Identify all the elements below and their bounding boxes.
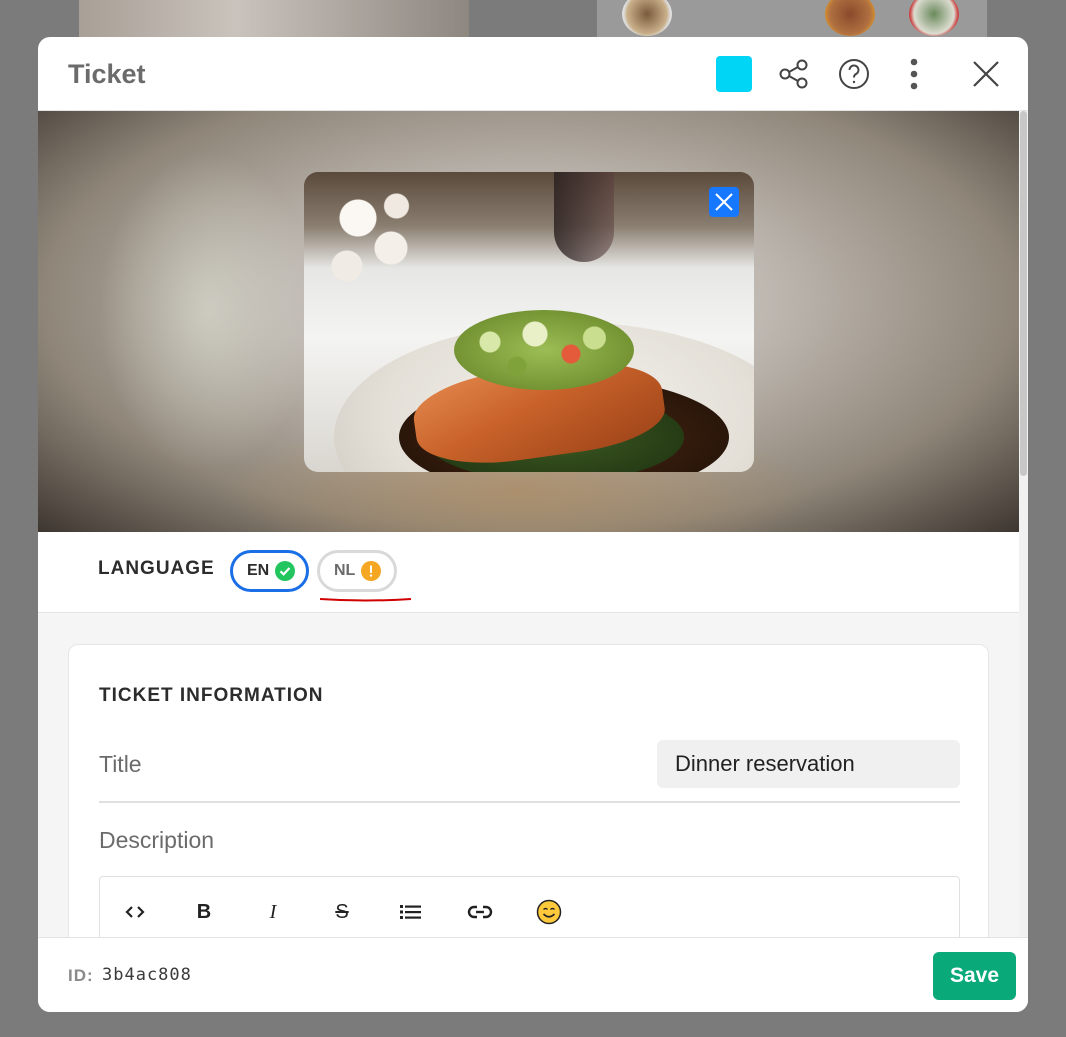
- description-editor[interactable]: B I S: [99, 876, 960, 937]
- language-code: NL: [334, 562, 356, 579]
- ticket-image: [304, 172, 754, 472]
- hero-image-area: [38, 111, 1019, 532]
- list-icon[interactable]: [394, 895, 428, 929]
- language-pill-nl[interactable]: NL: [317, 550, 397, 592]
- more-vertical-icon[interactable]: [896, 56, 932, 92]
- ticket-id: 3b4ac808: [102, 965, 192, 985]
- flowers: [314, 182, 424, 302]
- section-heading: TICKET INFORMATION: [99, 685, 324, 706]
- link-icon[interactable]: [463, 895, 497, 929]
- modal-header: Ticket: [38, 37, 1028, 111]
- dish-image: [825, 0, 875, 36]
- emoji-icon[interactable]: [532, 895, 566, 929]
- save-button[interactable]: Save: [933, 952, 1016, 1000]
- spellcheck-underline: [319, 598, 412, 602]
- share-icon[interactable]: [776, 56, 812, 92]
- check-icon: [275, 561, 296, 581]
- language-bar: LANGUAGE EN NL: [38, 532, 1019, 613]
- dish-image: [909, 0, 959, 36]
- strikethrough-icon[interactable]: S: [325, 895, 359, 929]
- language-label: LANGUAGE: [98, 558, 215, 579]
- id-label: ID:: [68, 966, 94, 985]
- close-icon: [715, 193, 733, 211]
- bold-icon[interactable]: B: [187, 895, 221, 929]
- content-area: TICKET INFORMATION Title Description B I…: [38, 613, 1019, 937]
- code-icon[interactable]: [118, 895, 152, 929]
- divider: [99, 801, 960, 803]
- close-icon[interactable]: [968, 56, 1004, 92]
- ticket-modal: Ticket LANGUAGE EN NL TICKET INFORMATION…: [38, 37, 1028, 1012]
- modal-title: Ticket: [68, 59, 146, 89]
- title-input[interactable]: [657, 740, 960, 788]
- editor-toolbar: B I S: [100, 895, 583, 929]
- language-code: EN: [247, 562, 270, 579]
- modal-footer: ID: 3b4ac808 Save: [38, 937, 1028, 1012]
- title-label: Title: [99, 751, 142, 777]
- wine-glass: [554, 172, 614, 262]
- help-icon[interactable]: [836, 56, 872, 92]
- dish-image: [622, 0, 672, 36]
- color-swatch[interactable]: [716, 56, 752, 92]
- background-thumbnail: [79, 0, 469, 40]
- scrollbar-thumb[interactable]: [1020, 111, 1027, 476]
- warning-icon: [361, 561, 382, 581]
- salsa: [454, 310, 634, 390]
- description-label: Description: [99, 827, 215, 853]
- language-pill-en[interactable]: EN: [230, 550, 309, 592]
- scrollbar[interactable]: [1019, 111, 1028, 937]
- italic-icon[interactable]: I: [256, 895, 290, 929]
- remove-image-button[interactable]: [709, 187, 739, 217]
- ticket-information-card: TICKET INFORMATION Title Description B I…: [68, 644, 989, 937]
- background-thumbnail: [597, 0, 987, 40]
